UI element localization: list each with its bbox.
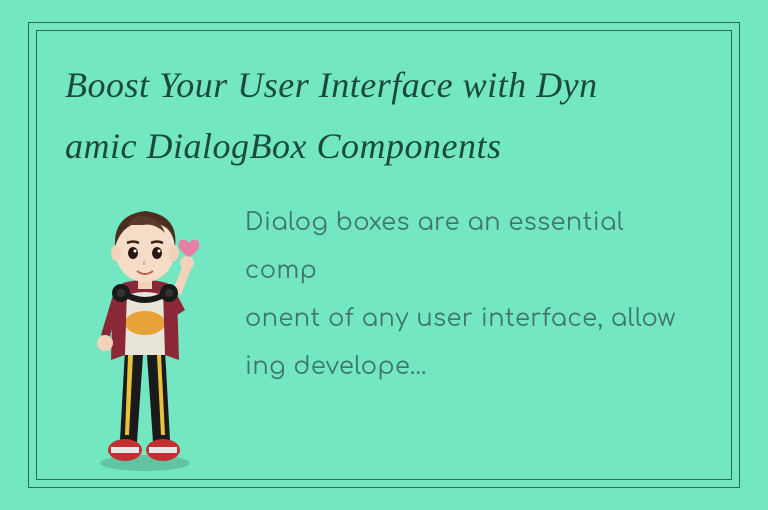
body-line-1: Dialog boxes are an essential comp <box>245 209 624 284</box>
title-line-2: amic DialogBox Components <box>65 126 501 166</box>
content-row: Dialog boxes are an essential comp onent… <box>65 195 703 475</box>
article-title: Boost Your User Interface with Dyn amic … <box>65 55 703 177</box>
character-avatar <box>65 195 225 475</box>
outer-border: Boost Your User Interface with Dyn amic … <box>28 22 740 488</box>
inner-border: Boost Your User Interface with Dyn amic … <box>36 30 732 480</box>
body-line-2: onent of any user interface, allow <box>245 305 676 332</box>
body-line-3: ing develope… <box>245 353 428 380</box>
avatar-illustration <box>65 195 225 475</box>
article-body: Dialog boxes are an essential comp onent… <box>245 195 703 391</box>
title-line-1: Boost Your User Interface with Dyn <box>65 65 598 105</box>
